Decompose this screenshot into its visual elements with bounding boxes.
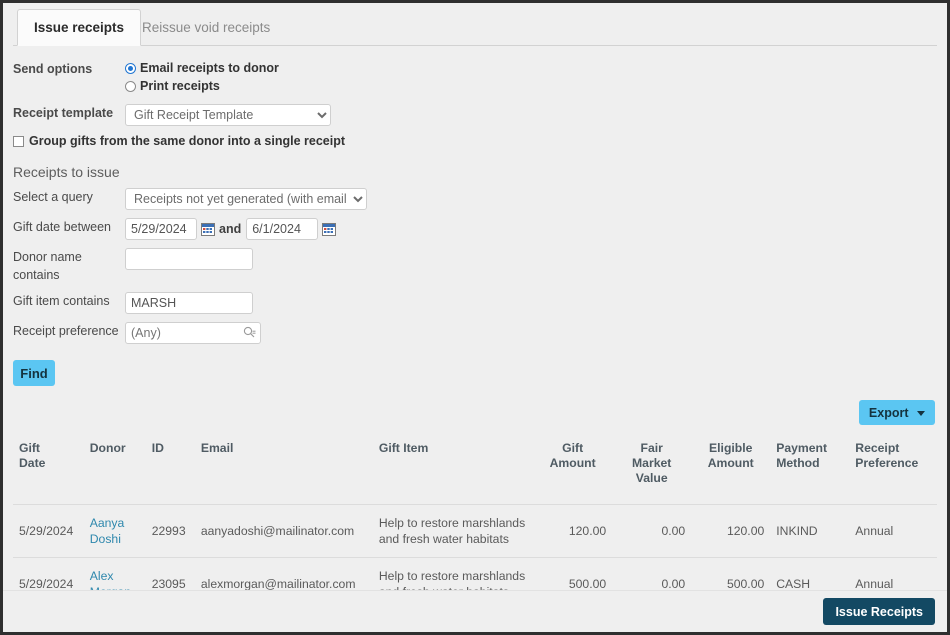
options-form: Send options Email receipts to donor Pri…	[3, 46, 947, 386]
receipt-template-label: Receipt template	[13, 106, 114, 120]
col-receipt-preference[interactable]: Receipt Preference	[849, 435, 937, 505]
gift-date-label: Gift date between	[13, 220, 111, 234]
radio-print-receipts-label: Print receipts	[140, 79, 220, 93]
donor-name-input[interactable]	[125, 248, 253, 270]
donor-name-row: Donor name contains	[3, 248, 947, 284]
cell-payment-method: INKIND	[770, 504, 850, 558]
find-button[interactable]: Find	[13, 360, 55, 386]
cell-gift-item: Help to restore marshlands and fresh wat…	[372, 504, 534, 558]
results-table: Gift Date Donor ID Email Gift Item Gift …	[13, 435, 937, 611]
col-gift-date[interactable]: Gift Date	[13, 435, 84, 505]
cell-receipt-preference: Annual	[849, 504, 937, 558]
table-row: 5/29/2024 Aanya Doshi 22993 aanyadoshi@m…	[13, 504, 937, 558]
send-options-label: Send options	[13, 62, 93, 76]
cell-id: 22993	[145, 504, 195, 558]
gift-date-from-input[interactable]	[125, 218, 197, 240]
cell-gift-amount: 120.00	[533, 504, 613, 558]
chevron-down-icon	[917, 410, 925, 416]
issue-receipts-button[interactable]: Issue Receipts	[823, 598, 935, 625]
gift-date-row: Gift date between and	[3, 218, 947, 240]
send-options-row: Send options Email receipts to donor Pri…	[3, 60, 947, 96]
donor-link[interactable]: Aanya Doshi	[90, 516, 125, 546]
group-gifts-checkbox[interactable]	[13, 135, 24, 147]
search-icon[interactable]	[243, 326, 256, 339]
cell-email: aanyadoshi@mailinator.com	[194, 504, 373, 558]
export-button[interactable]: Export	[858, 400, 935, 425]
calendar-icon[interactable]	[201, 222, 215, 236]
cell-fair-market-value: 0.00	[612, 504, 692, 558]
col-id[interactable]: ID	[145, 435, 195, 505]
select-query-dropdown[interactable]: Receipts not yet generated (with email)	[125, 188, 367, 210]
gift-item-input[interactable]	[125, 292, 253, 314]
col-eligible-amount[interactable]: Eligible Amount	[691, 435, 771, 505]
results-table-head: Gift Date Donor ID Email Gift Item Gift …	[13, 435, 937, 505]
receipt-template-row: Receipt template Gift Receipt Template	[3, 104, 947, 126]
radio-print-receipts[interactable]: Print receipts	[125, 78, 947, 94]
select-query-label: Select a query	[13, 190, 93, 204]
page-footer: Issue Receipts	[3, 590, 947, 632]
receipt-preference-label: Receipt preference	[13, 324, 119, 338]
gift-date-and-label: and	[219, 222, 242, 236]
gift-date-to-input[interactable]	[246, 218, 319, 240]
gift-item-label: Gift item contains	[13, 294, 110, 308]
select-query-row: Select a query Receipts not yet generate…	[3, 188, 947, 210]
calendar-icon[interactable]	[322, 222, 337, 236]
export-button-label: Export	[868, 405, 909, 420]
group-gifts-label: Group gifts from the same donor into a s…	[29, 134, 346, 148]
receipt-template-select[interactable]: Gift Receipt Template	[125, 104, 331, 126]
donor-name-label: Donor name contains	[13, 250, 82, 282]
export-toolbar: Export	[3, 400, 935, 425]
radio-print-receipts-input[interactable]	[125, 80, 136, 92]
receipt-preference-row: Receipt preference	[3, 322, 947, 344]
cell-donor: Aanya Doshi	[83, 504, 146, 558]
tab-issue-receipts[interactable]: Issue receipts	[17, 9, 142, 46]
col-gift-amount[interactable]: Gift Amount	[533, 435, 613, 505]
receipts-to-issue-title: Receipts to issue	[13, 164, 120, 180]
col-gift-item[interactable]: Gift Item	[372, 435, 534, 505]
receipt-preference-input[interactable]	[125, 322, 261, 344]
tab-reissue-void-receipts[interactable]: Reissue void receipts	[125, 9, 287, 46]
col-payment-method[interactable]: Payment Method	[770, 435, 850, 505]
cell-gift-date: 5/29/2024	[13, 504, 84, 558]
tabstrip: Issue receipts Reissue void receipts	[13, 9, 937, 46]
table-header-row: Gift Date Donor ID Email Gift Item Gift …	[13, 435, 937, 505]
radio-email-receipts-input[interactable]	[125, 62, 136, 74]
gift-item-row: Gift item contains	[3, 292, 947, 314]
radio-email-receipts-label: Email receipts to donor	[140, 61, 279, 75]
col-email[interactable]: Email	[194, 435, 373, 505]
col-donor[interactable]: Donor	[83, 435, 146, 505]
send-options-group: Email receipts to donor Print receipts	[125, 60, 947, 96]
group-gifts-checkbox-row[interactable]: Group gifts from the same donor into a s…	[13, 134, 947, 148]
tab-reissue-void-receipts-label: Reissue void receipts	[142, 20, 271, 35]
results-table-wrap: Gift Date Donor ID Email Gift Item Gift …	[13, 435, 937, 611]
radio-email-receipts[interactable]: Email receipts to donor	[125, 60, 947, 76]
col-fair-market-value[interactable]: Fair Market Value	[612, 435, 692, 505]
tab-issue-receipts-label: Issue receipts	[34, 20, 125, 35]
cell-eligible-amount: 120.00	[691, 504, 771, 558]
receipt-preference-search	[125, 322, 261, 344]
issue-receipts-page: Issue receipts Reissue void receipts Sen…	[3, 3, 947, 632]
